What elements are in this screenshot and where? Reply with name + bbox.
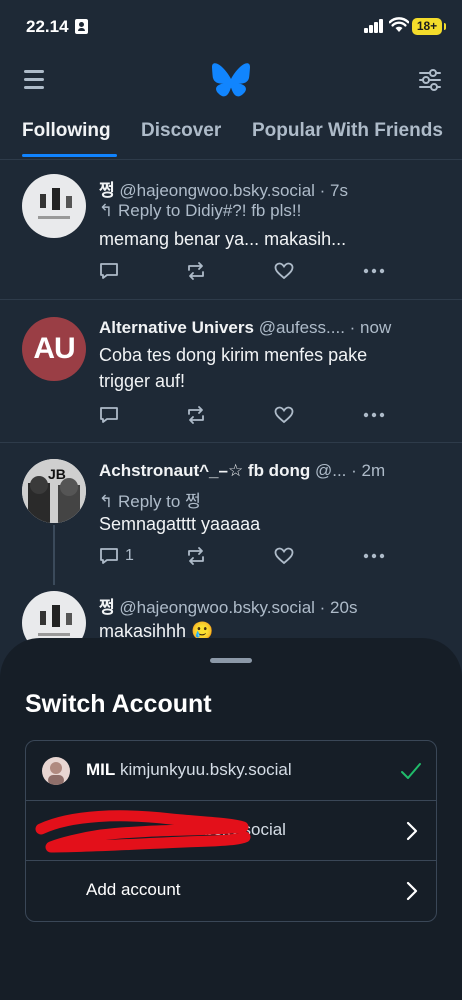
ellipsis-icon <box>363 268 385 274</box>
post[interactable]: AU Alternative Univers @aufess.... · now… <box>0 300 462 443</box>
battery-indicator: 18+ <box>412 18 446 35</box>
bluesky-butterfly-logo[interactable] <box>212 63 250 97</box>
tab-discover[interactable]: Discover <box>141 120 221 142</box>
more-options-button[interactable] <box>363 260 385 282</box>
checkmark-icon <box>401 763 421 779</box>
reply-arrow-icon: ↰ <box>99 201 114 220</box>
heart-icon <box>274 406 294 424</box>
chevron-right-icon <box>406 821 418 841</box>
like-button[interactable] <box>274 404 294 426</box>
reply-button[interactable]: 1 <box>99 545 134 567</box>
post-text: memang benar ya... makasih... <box>99 229 347 249</box>
repost-button[interactable] <box>185 260 207 282</box>
tab-following[interactable]: Following <box>22 120 111 142</box>
avatar[interactable]: JB <box>22 459 86 523</box>
post-timestamp: · now <box>349 318 392 337</box>
account-row-other[interactable]: ...wan.bsky.social <box>26 801 436 861</box>
post-actions <box>99 404 399 426</box>
add-account-label: Add account <box>86 880 181 899</box>
status-bar: 22.14 18+ <box>0 0 462 56</box>
post-text: Semnagatttt yaaaaa <box>99 514 261 534</box>
author-name[interactable]: Achstronaut^_–☆ fb dong <box>99 461 310 480</box>
reply-count: 1 <box>125 547 134 564</box>
account-list: MIL kimjunkyuu.bsky.social ...wan.bsky.s… <box>25 740 437 922</box>
reply-arrow-icon: ↰ <box>99 492 114 511</box>
redaction-scribble <box>35 810 251 853</box>
sheet-grabber[interactable] <box>210 658 252 663</box>
reply-icon <box>100 407 118 423</box>
author-name[interactable]: Alternative Univers <box>99 318 254 337</box>
menu-icon[interactable] <box>24 70 44 89</box>
account-avatar <box>42 757 70 785</box>
post-text: Coba tes dong kirim menfes pake trigger … <box>99 345 368 391</box>
author-handle[interactable]: @hajeongwoo.bsky.social <box>119 181 315 200</box>
account-display-name: MIL <box>86 760 116 779</box>
ellipsis-icon <box>363 412 385 418</box>
more-options-button[interactable] <box>363 404 385 426</box>
svg-text:JB: JB <box>48 466 66 482</box>
active-tab-indicator <box>22 154 117 157</box>
author-handle[interactable]: @aufess.... <box>259 318 345 337</box>
post-timestamp: · 20s <box>319 598 358 617</box>
ellipsis-icon <box>363 553 385 559</box>
thread-connector-line <box>53 525 55 585</box>
author-handle[interactable]: @hajeongwoo.bsky.social <box>119 598 315 617</box>
sheet-title: Switch Account <box>25 690 212 718</box>
heart-icon <box>274 262 294 280</box>
author-name[interactable]: 쩡 <box>99 598 115 617</box>
repost-button[interactable] <box>185 545 207 567</box>
repost-icon <box>188 262 204 280</box>
reply-button[interactable] <box>99 404 125 426</box>
reply-button[interactable] <box>99 260 125 282</box>
post-actions: 1 <box>99 545 399 567</box>
like-button[interactable] <box>274 545 294 567</box>
avatar[interactable]: AU <box>22 317 86 381</box>
feed-tabs: Following Discover Popular With Friends <box>0 110 462 160</box>
like-button[interactable] <box>274 260 294 282</box>
cellular-signal-icon <box>364 19 384 33</box>
add-account-row[interactable]: Add account <box>26 861 436 921</box>
status-time: 22.14 <box>26 17 69 36</box>
post[interactable]: 쩡 @hajeongwoo.bsky.social · 7s ↰ Reply t… <box>0 160 462 300</box>
repost-icon <box>188 406 204 424</box>
repost-button[interactable] <box>185 404 207 426</box>
avatar[interactable] <box>22 174 86 238</box>
feed-settings-icon[interactable] <box>419 69 441 91</box>
reply-icon <box>100 263 118 279</box>
account-row-current[interactable]: MIL kimjunkyuu.bsky.social <box>26 741 436 801</box>
account-handle: kimjunkyuu.bsky.social <box>120 760 292 779</box>
heart-icon <box>274 547 294 565</box>
reply-icon <box>100 548 118 564</box>
reply-to-label: Reply to Didiy#?! fb pls!! <box>117 201 302 220</box>
switch-account-sheet: Switch Account MIL kimjunkyuu.bsky.socia… <box>0 638 462 1000</box>
author-name[interactable]: 쩡 <box>99 181 115 200</box>
post-timestamp: · 2m <box>351 461 386 480</box>
post[interactable]: JB Achstronaut^_–☆ fb dong @... · 2m ↰ R… <box>0 443 462 583</box>
author-handle[interactable]: @... <box>315 461 346 480</box>
post-timestamp: · 7s <box>319 181 349 200</box>
more-options-button[interactable] <box>363 545 385 567</box>
wifi-icon <box>389 17 409 32</box>
post-actions <box>99 260 399 282</box>
repost-icon <box>188 547 204 565</box>
contact-card-icon <box>75 19 88 34</box>
reply-to-label: Reply to 쩡 <box>117 492 201 511</box>
chevron-right-icon <box>406 881 418 901</box>
tab-popular-with-friends[interactable]: Popular With Friends <box>252 120 443 142</box>
